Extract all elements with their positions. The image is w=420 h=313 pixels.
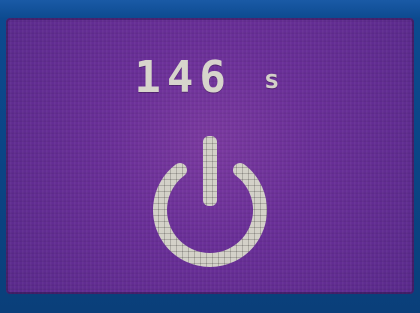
device-screen-frame: 146 s	[0, 0, 420, 313]
timer-readout: 146 s	[6, 52, 414, 112]
power-button[interactable]	[6, 116, 414, 286]
timer-value: 146	[134, 52, 232, 103]
power-icon	[153, 136, 267, 267]
lcd-display: 146 s	[6, 18, 414, 294]
timer-unit: s	[263, 65, 286, 95]
